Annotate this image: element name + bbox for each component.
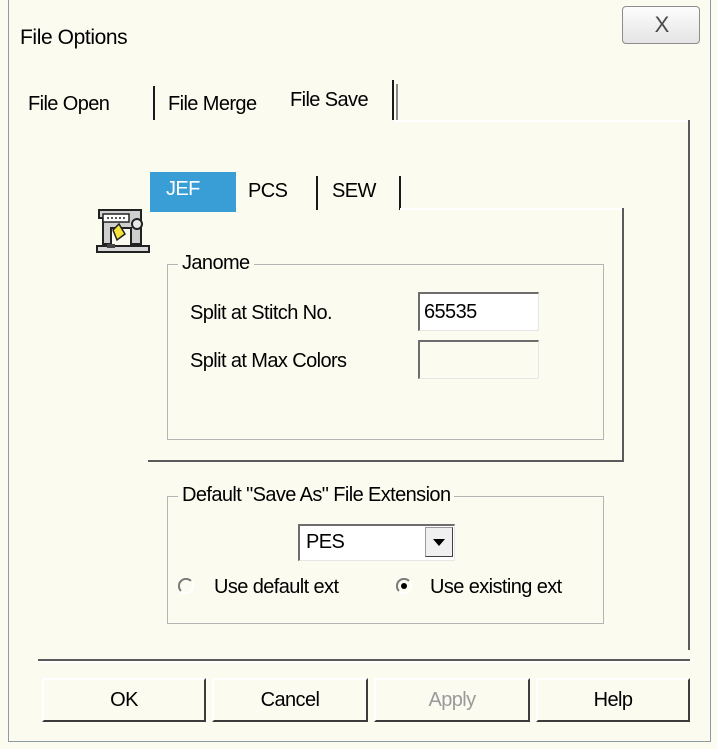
split-stitch-field[interactable]: 65535 xyxy=(418,292,539,331)
dialog-title: File Options xyxy=(20,26,128,49)
inner-panel-bottom-edge xyxy=(148,460,624,462)
tab-separator xyxy=(153,86,155,120)
panel-bottom-highlight xyxy=(38,661,690,663)
split-colors-label: Split at Max Colors xyxy=(190,350,347,372)
extension-select[interactable]: PES xyxy=(298,524,455,561)
ok-button[interactable]: OK xyxy=(42,678,206,722)
split-stitch-label: Split at Stitch No. xyxy=(190,302,333,324)
extension-dropdown-button[interactable] xyxy=(425,527,453,557)
tab-file-merge[interactable]: File Merge xyxy=(168,93,257,116)
split-stitch-value: 65535 xyxy=(424,301,477,323)
radio-default-ext[interactable] xyxy=(177,577,195,599)
radio-unchecked-icon xyxy=(177,577,195,595)
close-button[interactable]: X xyxy=(622,6,700,44)
tab-sew[interactable]: SEW xyxy=(332,180,376,203)
apply-button-label: Apply xyxy=(428,688,476,711)
tab-jef-label: JEF xyxy=(166,178,200,200)
tab-file-open[interactable]: File Open xyxy=(28,93,110,116)
radio-existing-ext[interactable] xyxy=(395,577,413,599)
tab-shadow xyxy=(396,84,398,120)
apply-button[interactable]: Apply xyxy=(374,678,530,722)
tab-file-save[interactable]: File Save xyxy=(290,89,369,112)
tab-pcs[interactable]: PCS xyxy=(248,180,288,203)
tab-separator xyxy=(316,176,318,210)
inner-panel-top-edge xyxy=(400,208,622,210)
tab-jef[interactable]: JEF xyxy=(150,172,236,212)
help-button-label: Help xyxy=(593,688,633,711)
save-as-group-label: Default "Save As" File Extension xyxy=(178,484,455,507)
tab-separator xyxy=(392,80,394,120)
cancel-button-label: Cancel xyxy=(260,688,320,711)
radio-default-ext-label: Use default ext xyxy=(214,576,339,598)
cancel-button[interactable]: Cancel xyxy=(212,678,368,722)
close-icon: X xyxy=(654,12,670,37)
radio-existing-ext-label: Use existing ext xyxy=(430,576,562,598)
ok-button-label: OK xyxy=(110,688,138,711)
tab-separator xyxy=(399,176,401,210)
panel-top-edge xyxy=(394,120,688,122)
help-button[interactable]: Help xyxy=(536,678,690,722)
chevron-down-icon xyxy=(433,539,445,546)
inner-panel-right-edge xyxy=(622,208,624,462)
extension-value: PES xyxy=(306,531,345,553)
split-colors-field[interactable] xyxy=(418,340,539,379)
janome-group-label: Janome xyxy=(178,252,254,275)
radio-checked-icon xyxy=(395,577,413,595)
panel-right-edge xyxy=(688,120,690,650)
sewing-machine-icon xyxy=(93,204,153,256)
